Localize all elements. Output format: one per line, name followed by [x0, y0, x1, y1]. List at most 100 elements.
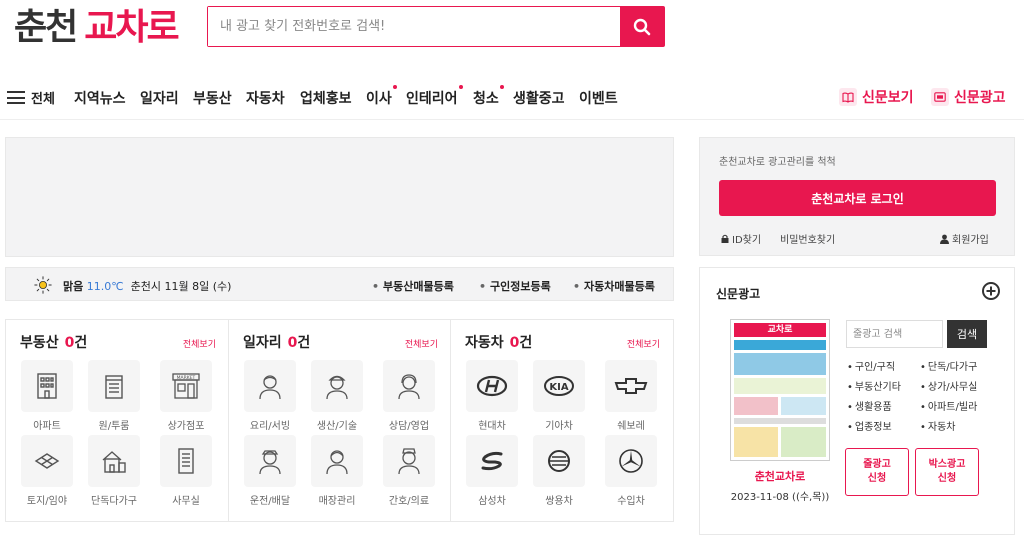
driver-person-icon [259, 450, 281, 475]
ad-category-link[interactable]: 상가/사무실 [920, 378, 977, 393]
tile-label: 생산/기술 [316, 421, 358, 432]
tile-delivery[interactable]: 운전/배달 [241, 435, 299, 507]
sun-icon [34, 276, 52, 294]
ad-category-link[interactable]: 업종정보 [847, 418, 892, 433]
benz-logo-icon [619, 449, 643, 473]
tile-ssangyong[interactable]: 쌍용차 [530, 435, 588, 507]
all-menu-label: 전체 [31, 92, 55, 107]
tile-production[interactable]: 생산/기술 [308, 360, 366, 432]
tile-label: 수입차 [617, 496, 645, 507]
nav-used-goods[interactable]: 생활중고 [513, 88, 565, 108]
nav-jobs[interactable]: 일자리 [140, 88, 179, 108]
tile-oneroom[interactable]: 원/투룸 [85, 360, 143, 432]
tile-cooking[interactable]: 요리/서빙 [241, 360, 299, 432]
nav-cars[interactable]: 자동차 [246, 88, 285, 108]
tile-apartment[interactable]: 아파트 [18, 360, 76, 432]
apply-line-ad-button[interactable]: 줄광고 신청 [845, 448, 909, 496]
house-icon [102, 451, 126, 473]
classified-search-input[interactable] [846, 320, 943, 348]
nav-interior[interactable]: 인테리어 [406, 85, 463, 108]
search-button[interactable] [620, 7, 664, 46]
find-id-link[interactable]: ID찾기 [721, 231, 761, 246]
site-logo[interactable]: 춘천 교차로 [14, 7, 180, 48]
view-newspaper-link[interactable]: 신문보기 [839, 87, 914, 107]
register-job-link[interactable]: 구인정보등록 [479, 278, 551, 294]
nav-local-news[interactable]: 지역뉴스 [74, 88, 126, 108]
newspaper-ad-panel: 신문광고 교차로 춘천교차로 2023-11-08 ((수,목)) 검색 구인/… [699, 267, 1015, 535]
hamburger-icon [7, 91, 25, 104]
ad-category-link[interactable]: 부동산기타 [847, 378, 901, 393]
tile-label: 쉐보레 [617, 421, 645, 432]
category-count: 0 [64, 335, 75, 351]
category-real-estate: 부동산 0건 전체보기 아파트 원/투룸 MARKET 상가점포 토지/임야 단독다… [6, 320, 228, 521]
weather-condition: 맑음 [63, 280, 84, 293]
tile-land[interactable]: 토지/임야 [18, 435, 76, 507]
apply-box-ad-button[interactable]: 박스광고 신청 [915, 448, 979, 496]
tile-imported[interactable]: 수입차 [602, 435, 660, 507]
view-all-link[interactable]: 전체보기 [627, 337, 660, 350]
classified-search-button[interactable]: 검색 [947, 320, 987, 348]
land-icon [34, 453, 60, 469]
newspaper-cover-image[interactable]: 교차로 [730, 319, 830, 461]
svg-text:KIA: KIA [549, 382, 568, 393]
kia-logo-icon: KIA [544, 376, 574, 396]
ad-category-link[interactable]: 단독/다가구 [920, 358, 977, 373]
tile-label: 기아차 [545, 421, 573, 432]
tile-label: 요리/서빙 [249, 421, 291, 432]
register-car-link[interactable]: 자동차매물등록 [573, 278, 655, 294]
tile-chevrolet[interactable]: 쉐보레 [602, 360, 660, 432]
hyundai-logo-icon [476, 375, 508, 397]
weather-info: 맑음 11.0℃ 춘천시 11월 8일 (수) [63, 278, 231, 294]
ad-category-link[interactable]: 구인/구직 [847, 358, 895, 373]
worker-person-icon [326, 375, 348, 400]
ad-card-icon [931, 88, 949, 106]
samsung-logo-icon [481, 451, 503, 471]
nav-cleaning[interactable]: 청소 [473, 85, 504, 108]
tile-label: 토지/임야 [26, 496, 68, 507]
tile-label: 현대차 [478, 421, 506, 432]
category-title: 부동산 0건 [20, 332, 87, 352]
logo-text-city: 춘천 [14, 7, 78, 48]
ad-category-link[interactable]: 생활용품 [847, 398, 892, 413]
tile-nursing[interactable]: 간호/의료 [380, 435, 438, 507]
plus-circle-icon[interactable] [982, 282, 1000, 300]
tile-label: 아파트 [33, 421, 61, 432]
join-label: 회원가입 [952, 235, 989, 246]
tile-label: 삼성차 [478, 496, 506, 507]
tile-label: 쌍용차 [545, 496, 573, 507]
tile-sales[interactable]: 상담/영업 [380, 360, 438, 432]
view-newspaper-label: 신문보기 [862, 90, 914, 106]
nav-moving[interactable]: 이사 [366, 85, 397, 108]
view-all-link[interactable]: 전체보기 [405, 337, 438, 350]
nav-real-estate[interactable]: 부동산 [193, 88, 232, 108]
tile-office[interactable]: 사무실 [157, 435, 215, 507]
ad-category-link[interactable]: 자동차 [920, 418, 956, 433]
tile-hyundai[interactable]: 현대차 [463, 360, 521, 432]
nav-business-promo[interactable]: 업체홍보 [300, 88, 352, 108]
find-password-link[interactable]: 비밀번호찾기 [780, 231, 835, 246]
search-icon [633, 18, 651, 35]
ad-category-link[interactable]: 아파트/빌라 [920, 398, 977, 413]
tile-samsung[interactable]: 삼성차 [463, 435, 521, 507]
tile-store[interactable]: MARKET 상가점포 [157, 360, 215, 432]
ssangyong-logo-icon [548, 450, 570, 472]
category-unit: 건 [74, 335, 88, 351]
view-all-link[interactable]: 전체보기 [183, 337, 216, 350]
category-count: 0 [509, 335, 520, 351]
join-link[interactable]: 회원가입 [940, 231, 989, 246]
search-bar [207, 6, 665, 47]
lock-icon [721, 234, 729, 243]
all-menu-button[interactable]: 전체 [7, 88, 55, 107]
book-icon [839, 88, 857, 106]
tile-store-manage[interactable]: 매장관리 [308, 435, 366, 507]
newspaper-ad-link[interactable]: 신문광고 [931, 87, 1006, 107]
market-icon: MARKET [172, 373, 200, 399]
new-dot-icon [458, 85, 463, 89]
search-input[interactable] [208, 7, 622, 46]
main-nav: 전체 지역뉴스 일자리 부동산 자동차 업체홍보 이사 인테리어 청소 생활중고… [0, 78, 1024, 120]
nav-events[interactable]: 이벤트 [579, 88, 618, 108]
tile-kia[interactable]: KIA 기아차 [530, 360, 588, 432]
register-real-estate-link[interactable]: 부동산매물등록 [372, 278, 454, 294]
tile-house[interactable]: 단독다가구 [85, 435, 143, 507]
login-button[interactable]: 춘천교차로 로그인 [719, 180, 996, 216]
